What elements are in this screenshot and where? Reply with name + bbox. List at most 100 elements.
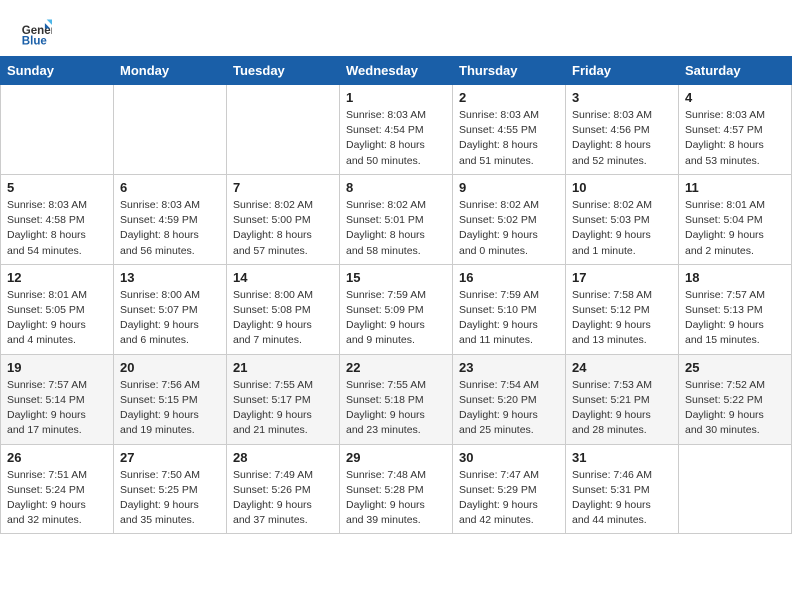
day-info: Sunrise: 7:56 AMSunset: 5:15 PMDaylight:… [120, 378, 220, 439]
day-header-tuesday: Tuesday [227, 57, 340, 85]
page-header: General Blue [0, 0, 792, 56]
calendar-cell: 15 Sunrise: 7:59 AMSunset: 5:09 PMDayligh… [340, 264, 453, 354]
calendar-cell: 1 Sunrise: 8:03 AMSunset: 4:54 PMDaylight… [340, 85, 453, 175]
day-info: Sunrise: 8:02 AMSunset: 5:01 PMDaylight:… [346, 198, 446, 259]
calendar-cell: 26 Sunrise: 7:51 AMSunset: 5:24 PMDayligh… [1, 444, 114, 534]
calendar-cell: 12 Sunrise: 8:01 AMSunset: 5:05 PMDayligh… [1, 264, 114, 354]
calendar-cell: 23 Sunrise: 7:54 AMSunset: 5:20 PMDayligh… [453, 354, 566, 444]
day-info: Sunrise: 8:00 AMSunset: 5:08 PMDaylight:… [233, 288, 333, 349]
calendar-cell: 5Sunrise: 8:03 AMSunset: 4:58 PMDaylight… [1, 174, 114, 264]
day-number: 26 [7, 450, 107, 465]
calendar-cell: 22 Sunrise: 7:55 AMSunset: 5:18 PMDayligh… [340, 354, 453, 444]
day-info: Sunrise: 8:03 AMSunset: 4:59 PMDaylight:… [120, 198, 220, 259]
day-info: Sunrise: 8:01 AMSunset: 5:05 PMDaylight:… [7, 288, 107, 349]
calendar-cell: 11 Sunrise: 8:01 AMSunset: 5:04 PMDayligh… [679, 174, 792, 264]
day-number: 7 [233, 180, 333, 195]
calendar-cell: 18 Sunrise: 7:57 AMSunset: 5:13 PMDayligh… [679, 264, 792, 354]
day-info: Sunrise: 7:57 AMSunset: 5:13 PMDaylight:… [685, 288, 785, 349]
calendar-cell: 14 Sunrise: 8:00 AMSunset: 5:08 PMDayligh… [227, 264, 340, 354]
day-info: Sunrise: 7:49 AMSunset: 5:26 PMDaylight:… [233, 468, 333, 529]
calendar-cell [227, 85, 340, 175]
calendar-cell: 24 Sunrise: 7:53 AMSunset: 5:21 PMDayligh… [566, 354, 679, 444]
day-number: 2 [459, 90, 559, 105]
logo-icon: General Blue [20, 16, 52, 48]
day-number: 27 [120, 450, 220, 465]
calendar-cell: 27 Sunrise: 7:50 AMSunset: 5:25 PMDayligh… [114, 444, 227, 534]
day-info: Sunrise: 8:01 AMSunset: 5:04 PMDaylight:… [685, 198, 785, 259]
calendar-table: SundayMondayTuesdayWednesdayThursdayFrid… [0, 56, 792, 534]
day-number: 16 [459, 270, 559, 285]
day-number: 9 [459, 180, 559, 195]
day-info: Sunrise: 7:51 AMSunset: 5:24 PMDaylight:… [7, 468, 107, 529]
calendar-cell: 28 Sunrise: 7:49 AMSunset: 5:26 PMDayligh… [227, 444, 340, 534]
calendar-cell: 13 Sunrise: 8:00 AMSunset: 5:07 PMDayligh… [114, 264, 227, 354]
svg-text:Blue: Blue [22, 35, 48, 47]
calendar-cell: 4Sunrise: 8:03 AMSunset: 4:57 PMDaylight… [679, 85, 792, 175]
day-number: 25 [685, 360, 785, 375]
day-number: 14 [233, 270, 333, 285]
day-header-wednesday: Wednesday [340, 57, 453, 85]
day-number: 19 [7, 360, 107, 375]
calendar-cell [114, 85, 227, 175]
day-info: Sunrise: 7:46 AMSunset: 5:31 PMDaylight:… [572, 468, 672, 529]
calendar-week-row: 19Sunrise: 7:57 AMSunset: 5:14 PMDayligh… [1, 354, 792, 444]
day-number: 22 [346, 360, 446, 375]
day-info: Sunrise: 8:00 AMSunset: 5:07 PMDaylight:… [120, 288, 220, 349]
calendar-cell: 31 Sunrise: 7:46 AMSunset: 5:31 PMDayligh… [566, 444, 679, 534]
day-header-friday: Friday [566, 57, 679, 85]
calendar-cell: 6 Sunrise: 8:03 AMSunset: 4:59 PMDaylight… [114, 174, 227, 264]
day-info: Sunrise: 8:02 AMSunset: 5:00 PMDaylight:… [233, 198, 333, 259]
calendar-cell: 17Sunrise: 7:58 AMSunset: 5:12 PMDayligh… [566, 264, 679, 354]
day-number: 17 [572, 270, 672, 285]
day-info: Sunrise: 7:55 AMSunset: 5:18 PMDaylight:… [346, 378, 446, 439]
calendar-cell: 20 Sunrise: 7:56 AMSunset: 5:15 PMDayligh… [114, 354, 227, 444]
day-number: 12 [7, 270, 107, 285]
day-number: 31 [572, 450, 672, 465]
day-info: Sunrise: 8:03 AMSunset: 4:55 PMDaylight:… [459, 108, 559, 169]
day-number: 3 [572, 90, 672, 105]
calendar-cell [679, 444, 792, 534]
calendar-cell: 2 Sunrise: 8:03 AMSunset: 4:55 PMDaylight… [453, 85, 566, 175]
calendar-week-row: 1 Sunrise: 8:03 AMSunset: 4:54 PMDaylight… [1, 85, 792, 175]
day-info: Sunrise: 7:50 AMSunset: 5:25 PMDaylight:… [120, 468, 220, 529]
day-info: Sunrise: 7:54 AMSunset: 5:20 PMDaylight:… [459, 378, 559, 439]
calendar-week-row: 12 Sunrise: 8:01 AMSunset: 5:05 PMDayligh… [1, 264, 792, 354]
day-number: 24 [572, 360, 672, 375]
logo: General Blue [20, 16, 56, 48]
calendar-cell: 3 Sunrise: 8:03 AMSunset: 4:56 PMDaylight… [566, 85, 679, 175]
day-info: Sunrise: 7:59 AMSunset: 5:10 PMDaylight:… [459, 288, 559, 349]
day-number: 28 [233, 450, 333, 465]
day-header-sunday: Sunday [1, 57, 114, 85]
day-info: Sunrise: 7:52 AMSunset: 5:22 PMDaylight:… [685, 378, 785, 439]
day-info: Sunrise: 7:47 AMSunset: 5:29 PMDaylight:… [459, 468, 559, 529]
calendar-cell: 19Sunrise: 7:57 AMSunset: 5:14 PMDayligh… [1, 354, 114, 444]
day-info: Sunrise: 8:02 AMSunset: 5:03 PMDaylight:… [572, 198, 672, 259]
day-number: 29 [346, 450, 446, 465]
day-number: 11 [685, 180, 785, 195]
day-number: 4 [685, 90, 785, 105]
day-number: 13 [120, 270, 220, 285]
calendar-cell: 21Sunrise: 7:55 AMSunset: 5:17 PMDayligh… [227, 354, 340, 444]
calendar-cell: 30 Sunrise: 7:47 AMSunset: 5:29 PMDayligh… [453, 444, 566, 534]
day-number: 6 [120, 180, 220, 195]
day-number: 5 [7, 180, 107, 195]
calendar-week-row: 26 Sunrise: 7:51 AMSunset: 5:24 PMDayligh… [1, 444, 792, 534]
day-info: Sunrise: 7:53 AMSunset: 5:21 PMDaylight:… [572, 378, 672, 439]
day-number: 30 [459, 450, 559, 465]
day-number: 23 [459, 360, 559, 375]
day-header-saturday: Saturday [679, 57, 792, 85]
calendar-cell [1, 85, 114, 175]
calendar-header-row: SundayMondayTuesdayWednesdayThursdayFrid… [1, 57, 792, 85]
day-number: 1 [346, 90, 446, 105]
day-number: 20 [120, 360, 220, 375]
day-info: Sunrise: 8:03 AMSunset: 4:56 PMDaylight:… [572, 108, 672, 169]
calendar-cell: 16 Sunrise: 7:59 AMSunset: 5:10 PMDayligh… [453, 264, 566, 354]
day-header-monday: Monday [114, 57, 227, 85]
day-info: Sunrise: 7:59 AMSunset: 5:09 PMDaylight:… [346, 288, 446, 349]
day-number: 15 [346, 270, 446, 285]
day-info: Sunrise: 8:03 AMSunset: 4:54 PMDaylight:… [346, 108, 446, 169]
calendar-cell: 29Sunrise: 7:48 AMSunset: 5:28 PMDayligh… [340, 444, 453, 534]
calendar-cell: 7 Sunrise: 8:02 AMSunset: 5:00 PMDaylight… [227, 174, 340, 264]
day-number: 18 [685, 270, 785, 285]
day-number: 8 [346, 180, 446, 195]
